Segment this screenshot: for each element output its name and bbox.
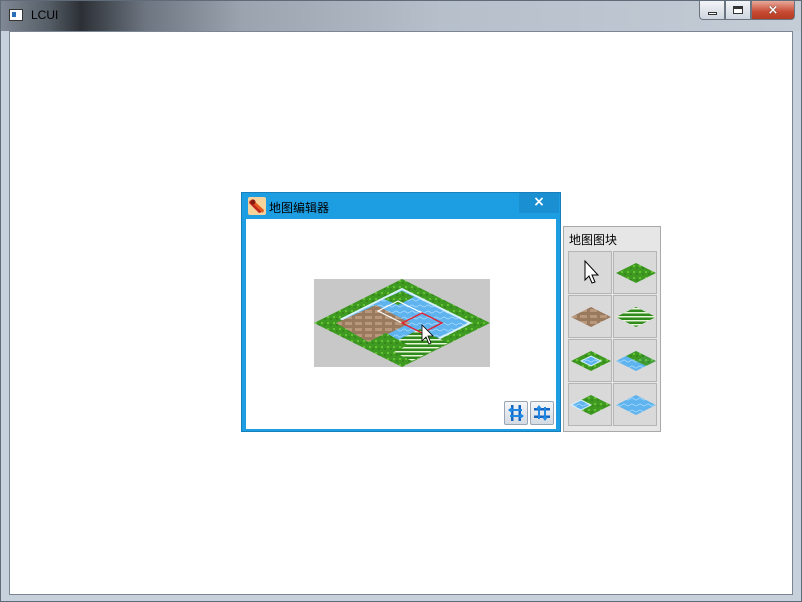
water-edge-tile-icon (569, 395, 611, 415)
flip-vertical-icon (534, 405, 550, 421)
tile-crop-rows[interactable] (613, 295, 657, 338)
editor-titlebar[interactable]: 地图编辑器 × (242, 193, 560, 219)
editor-title: 地图编辑器 (269, 201, 330, 215)
close-icon: × (767, 2, 779, 18)
flip-horizontal-icon (508, 405, 524, 421)
minimize-icon (707, 11, 717, 15)
map-canvas[interactable] (314, 279, 490, 367)
tile-stone[interactable] (568, 295, 612, 338)
pointer-icon (584, 259, 600, 284)
palette-title: 地图图块 (569, 233, 618, 247)
stone-tile-icon (571, 307, 611, 327)
window-controls: × (699, 1, 795, 21)
tile-water-grass-corner[interactable] (613, 339, 657, 382)
isometric-map[interactable] (314, 279, 490, 367)
grass-water-tile-icon (571, 351, 611, 371)
window-title: LCUI (31, 8, 59, 22)
maximize-button[interactable] (725, 1, 751, 20)
water-grass-tile-icon (616, 351, 656, 371)
grass-tile-icon (616, 263, 656, 283)
map-editor-window: 地图编辑器 × (241, 192, 561, 432)
water-tile-icon (616, 395, 656, 415)
editor-close-button[interactable]: × (519, 193, 559, 213)
editor-app-icon (248, 197, 266, 215)
tile-water-grass-edge[interactable] (568, 383, 612, 426)
tile-cursor[interactable] (568, 251, 612, 294)
flip-horizontal-button[interactable] (504, 401, 528, 425)
tile-grass-water-corner[interactable] (568, 339, 612, 382)
app-icon[interactable] (9, 9, 23, 21)
maximize-icon (733, 6, 743, 14)
tile-grid (568, 251, 657, 426)
tile-water[interactable] (613, 383, 657, 426)
window-titlebar[interactable]: LCUI × (1, 1, 801, 31)
tile-palette: 地图图块 (563, 226, 661, 432)
minimize-button[interactable] (699, 1, 725, 20)
editor-body (246, 219, 556, 429)
close-button[interactable]: × (751, 1, 795, 20)
tile-grass[interactable] (613, 251, 657, 294)
flip-vertical-button[interactable] (530, 401, 554, 425)
crop-tile-icon (616, 307, 656, 327)
